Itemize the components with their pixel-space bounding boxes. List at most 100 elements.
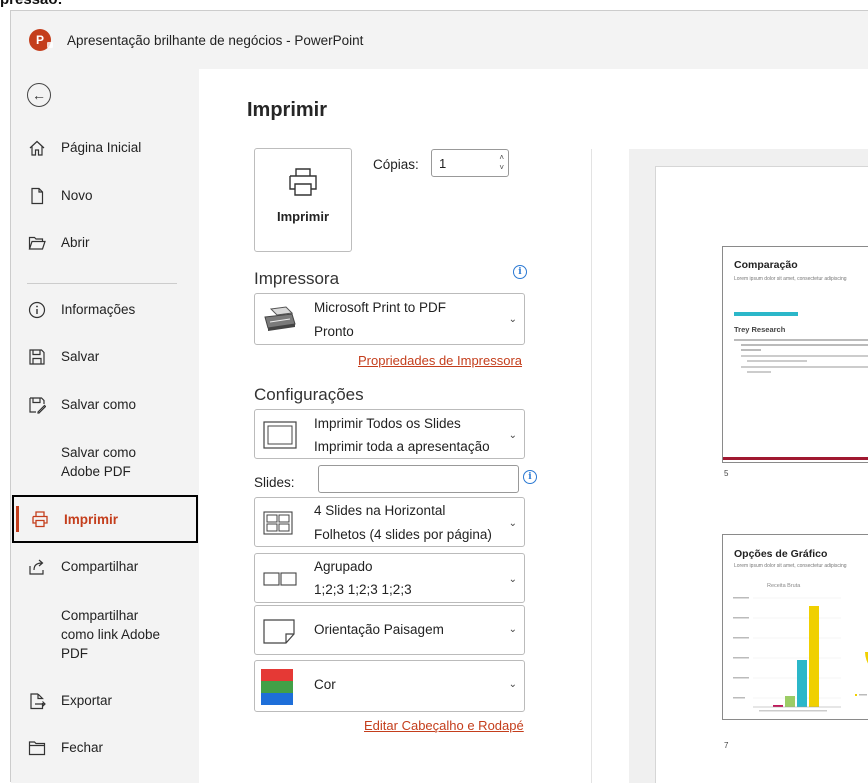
collate-desc: 1;2;3 1;2;3 1;2;3 — [314, 582, 412, 597]
sidebar-item-label: Salvar como Adobe PDF — [61, 445, 137, 479]
printer-icon — [289, 168, 317, 196]
orientation-value: Orientação Paisagem — [314, 622, 444, 637]
text-line — [741, 349, 761, 351]
sidebar-item-label: Fechar — [61, 740, 104, 755]
printer-device-icon — [262, 306, 298, 339]
slide-number: 7 — [724, 741, 729, 750]
save-icon — [27, 347, 47, 367]
back-arrow-icon[interactable]: ← — [27, 83, 51, 107]
slide-heading: Trey Research — [734, 325, 786, 334]
sidebar-item-label: Informações — [61, 302, 136, 317]
mini-bar-chart — [733, 597, 868, 712]
printer-section-title: Impressora — [254, 269, 340, 288]
collate-title: Agrupado — [314, 559, 373, 574]
settings-section-title: Configurações — [254, 385, 364, 404]
handout-layout-icon — [262, 510, 294, 541]
sidebar-item-open[interactable]: Abrir — [11, 233, 199, 253]
sidebar-item-label: Compartilhar como link Adobe PDF — [61, 608, 161, 661]
window-title: Apresentação brilhante de negócios - Pow… — [67, 32, 364, 48]
chevron-down-icon: ⌄ — [508, 518, 517, 529]
sidebar-separator — [27, 283, 177, 284]
text-line — [747, 360, 807, 362]
slide-subtitle: Lorem ipsum dolor sit amet, consectetur … — [734, 563, 847, 569]
text-line — [734, 339, 868, 341]
new-document-icon — [27, 186, 47, 206]
print-range-desc: Imprimir toda a apresentação — [314, 439, 490, 454]
text-line — [747, 371, 771, 373]
panel-divider — [591, 149, 592, 783]
edit-header-footer-link[interactable]: Editar Cabeçalho e Rodapé — [364, 718, 524, 733]
text-line — [741, 366, 868, 368]
sidebar-item-label: Abrir — [61, 235, 90, 250]
printer-status: Pronto — [314, 324, 354, 339]
collate-dropdown[interactable]: Agrupado 1;2;3 1;2;3 1;2;3 ⌄ — [254, 553, 525, 603]
export-icon — [27, 691, 47, 711]
print-range-title: Imprimir Todos os Slides — [314, 416, 461, 431]
home-icon — [27, 138, 47, 158]
save-as-icon — [27, 395, 47, 415]
sidebar-item-print[interactable]: Imprimir — [12, 495, 198, 543]
layout-dropdown[interactable]: 4 Slides na Horizontal Folhetos (4 slide… — [254, 497, 525, 547]
preview-slide-comparison: Comparação Lorem ipsum dolor sit amet, c… — [722, 246, 868, 463]
print-button[interactable]: Imprimir — [254, 148, 352, 252]
slides-range-icon — [262, 420, 298, 455]
print-panel: Imprimir Imprimir Cópias: 1 ˄ ˅ Impressor… — [199, 69, 868, 783]
slide-title: Comparação — [734, 259, 798, 271]
spin-arrows-icon[interactable]: ˄ ˅ — [499, 153, 504, 173]
printer-dropdown[interactable]: Microsoft Print to PDF Pronto ⌄ — [254, 293, 525, 345]
page-title: Imprimir — [247, 99, 328, 121]
info-icon — [27, 300, 47, 320]
info-icon[interactable]: i — [523, 470, 537, 484]
powerpoint-logo-icon: P — [29, 29, 53, 51]
powerpoint-window: P Apresentação brilhante de negócios - P… — [10, 10, 868, 783]
color-value: Cor — [314, 677, 336, 692]
chart-title: Receita Bruta — [767, 583, 801, 589]
sidebar-item-save-as-adobe-pdf[interactable]: Salvar como Adobe PDF — [11, 443, 199, 481]
sidebar-item-label: Página Inicial — [61, 140, 142, 155]
copies-value: 1 — [439, 156, 447, 171]
copies-label: Cópias: — [373, 157, 419, 172]
color-dropdown[interactable]: Cor ⌄ — [254, 660, 525, 712]
print-button-label: Imprimir — [276, 209, 329, 224]
sidebar-item-label: Exportar — [61, 693, 113, 708]
preview-slide-chart-options: Opções de Gráfico Lorem ipsum dolor sit … — [722, 534, 868, 720]
info-icon[interactable]: i — [513, 265, 527, 279]
top-clipped-text: pressão: — [0, 0, 63, 8]
sidebar-item-share[interactable]: Compartilhar — [11, 557, 199, 577]
color-swatch-icon — [261, 669, 293, 710]
backstage-sidebar: ← Página Inicial Novo Abrir Informações — [11, 69, 199, 783]
slides-input[interactable] — [318, 465, 519, 493]
layout-title: 4 Slides na Horizontal — [314, 503, 446, 518]
text-line — [741, 344, 868, 346]
slide-bottom-bar — [723, 457, 868, 460]
sidebar-item-close[interactable]: Fechar — [11, 738, 199, 758]
chevron-down-icon: ⌄ — [508, 574, 517, 585]
chevron-down-icon: ⌄ — [508, 430, 517, 441]
printer-name: Microsoft Print to PDF — [314, 300, 447, 315]
chevron-down-icon: ⌄ — [508, 679, 517, 690]
close-folder-icon — [27, 738, 47, 758]
sidebar-item-share-adobe-link[interactable]: Compartilhar como link Adobe PDF — [11, 606, 199, 663]
sidebar-item-label: Novo — [61, 188, 93, 203]
sidebar-item-save[interactable]: Salvar — [11, 347, 199, 367]
chevron-down-icon: ⌄ — [508, 314, 517, 325]
printer-properties-link[interactable]: Propriedades de Impressora — [358, 353, 522, 368]
chevron-down-icon: ⌄ — [508, 624, 517, 635]
print-range-dropdown[interactable]: Imprimir Todos os Slides Imprimir toda a… — [254, 409, 525, 459]
copies-stepper[interactable]: 1 ˄ ˅ — [431, 149, 509, 177]
slide-subtitle: Lorem ipsum dolor sit amet, consectetur … — [734, 276, 847, 282]
text-line — [741, 355, 868, 357]
orientation-dropdown[interactable]: Orientação Paisagem ⌄ — [254, 605, 525, 655]
sidebar-item-info[interactable]: Informações — [11, 300, 199, 320]
preview-page: Comparação Lorem ipsum dolor sit amet, c… — [655, 166, 868, 783]
title-bar: P Apresentação brilhante de negócios - P… — [11, 11, 868, 69]
sidebar-item-export[interactable]: Exportar — [11, 691, 199, 711]
share-icon — [27, 557, 47, 577]
sidebar-item-new[interactable]: Novo — [11, 186, 199, 206]
slide-title: Opções de Gráfico — [734, 548, 828, 560]
sidebar-item-home[interactable]: Página Inicial — [11, 138, 199, 158]
landscape-orientation-icon — [262, 616, 298, 651]
sidebar-item-label: Salvar como — [61, 397, 137, 412]
printer-icon — [30, 509, 50, 529]
sidebar-item-save-as[interactable]: Salvar como — [11, 395, 199, 415]
